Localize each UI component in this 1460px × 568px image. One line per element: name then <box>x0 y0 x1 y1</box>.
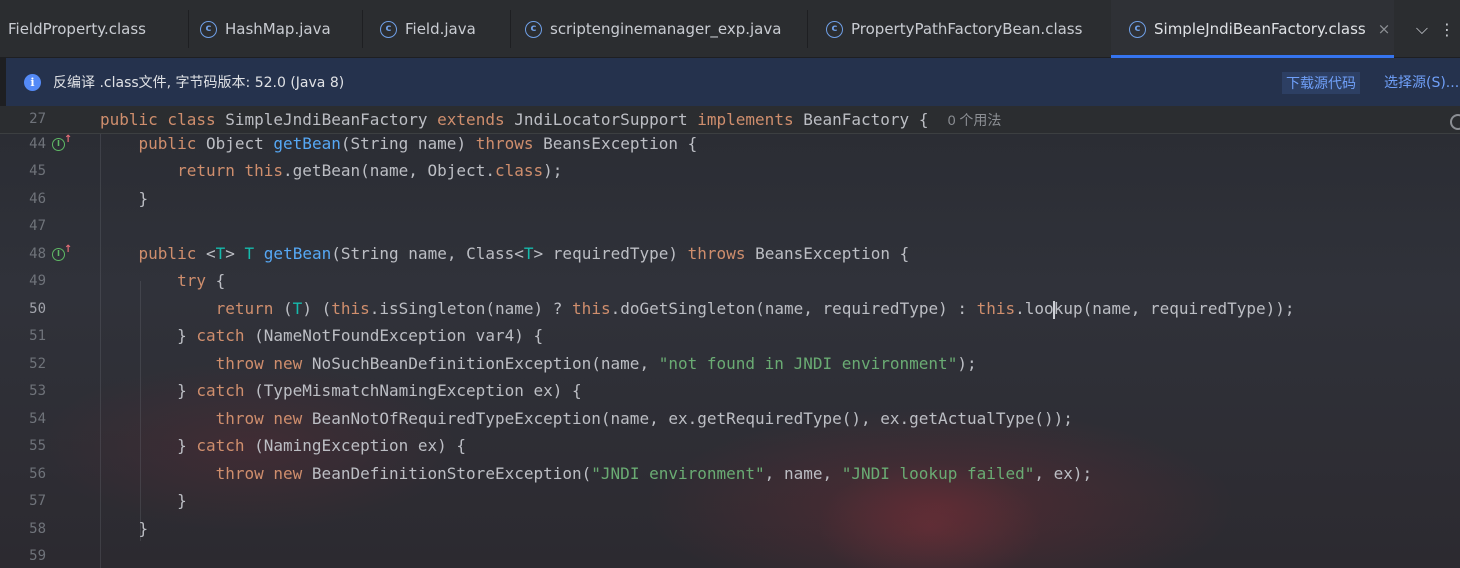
line-number: 57 <box>29 493 46 509</box>
line-number: 54 <box>29 411 46 427</box>
line-number: 52 <box>29 356 46 372</box>
tab-scriptenginemanager[interactable]: c scriptenginemanager_exp.java <box>525 0 805 58</box>
code-line: } <box>100 519 149 538</box>
gear-icon[interactable] <box>1450 114 1460 130</box>
tab-label: FieldProperty.class <box>8 20 146 38</box>
line-number: 48 <box>29 246 46 262</box>
class-icon: c <box>200 20 217 38</box>
line-number-gutter: 44 I 45 46 47 48 I 49 50 51 52 53 54 55 … <box>0 106 96 568</box>
line-number: 49 <box>29 273 46 289</box>
class-icon: c <box>826 20 843 38</box>
close-icon[interactable]: × <box>1378 20 1391 38</box>
code-editor[interactable]: 27 public class SimpleJndiBeanFactory ex… <box>0 106 1460 568</box>
line-number: 46 <box>29 191 46 207</box>
line-number: 45 <box>29 163 46 179</box>
tab-hashmap[interactable]: c HashMap.java <box>200 0 360 58</box>
implements-method-icon[interactable]: I <box>52 135 72 151</box>
tab-propertypathfactorybean[interactable]: c PropertyPathFactoryBean.class <box>826 0 1110 58</box>
code-line: try { <box>177 271 226 290</box>
class-icon: c <box>1129 20 1146 38</box>
code-line: return this.getBean(name, Object.class); <box>177 161 563 180</box>
line-number: 55 <box>29 438 46 454</box>
code-line: } catch (NameNotFoundException var4) { <box>100 326 544 345</box>
usages-hint[interactable]: 0 个用法 <box>948 112 1002 128</box>
text-caret <box>1052 300 1055 319</box>
line-number: 58 <box>29 521 46 537</box>
code-area[interactable]: public Object getBean(String name) throw… <box>100 106 1295 538</box>
line-number: 51 <box>29 328 46 344</box>
code-line: } catch (NamingException ex) { <box>100 436 467 455</box>
line-number: 47 <box>29 218 46 234</box>
code-line-current: return (T) (this.isSingleton(name) ? thi… <box>215 299 1295 319</box>
code-line: } <box>100 189 149 208</box>
more-icon[interactable]: ⋮ <box>1434 0 1460 58</box>
code-line: public <T> T getBean(String name, Class<… <box>138 244 910 263</box>
tab-label: scriptenginemanager_exp.java <box>550 20 782 38</box>
line-number: 56 <box>29 466 46 482</box>
download-sources-link[interactable]: 下载源代码 <box>1282 72 1360 94</box>
code-line: } catch (TypeMismatchNamingException ex)… <box>100 381 582 400</box>
tab-label: Field.java <box>405 20 476 38</box>
tab-simplejndibeanfactory[interactable]: c SimpleJndiBeanFactory.class × <box>1111 0 1394 58</box>
code-line: throw new NoSuchBeanDefinitionException(… <box>215 354 977 373</box>
implements-method-icon[interactable]: I <box>52 245 72 261</box>
code-line: throw new BeanNotOfRequiredTypeException… <box>215 409 1073 428</box>
code-line-class-declaration: public class SimpleJndiBeanFactory exten… <box>100 110 1002 129</box>
tab-label: SimpleJndiBeanFactory.class <box>1154 20 1366 38</box>
tab-fieldproperty[interactable]: FieldProperty.class <box>8 0 188 58</box>
code-line: public Object getBean(String name) throw… <box>138 134 698 153</box>
editor-tab-bar: FieldProperty.class c HashMap.java c Fie… <box>0 0 1460 58</box>
class-icon: c <box>380 20 397 38</box>
tab-label: HashMap.java <box>225 20 331 38</box>
line-number: 53 <box>29 383 46 399</box>
tab-label: PropertyPathFactoryBean.class <box>851 20 1083 38</box>
line-number: 59 <box>29 548 46 564</box>
decompiler-info-bar: i 反编译 .class文件, 字节码版本: 52.0 (Java 8) 下载源… <box>6 58 1460 106</box>
choose-sources-link[interactable]: 选择源(S)... <box>1384 72 1459 92</box>
class-icon: c <box>525 20 542 38</box>
info-icon: i <box>24 73 41 91</box>
code-line: } <box>100 491 187 510</box>
line-number: 44 <box>29 136 46 152</box>
line-number-current: 50 <box>29 301 46 317</box>
info-message: 反编译 .class文件, 字节码版本: 52.0 (Java 8) <box>53 75 345 91</box>
code-line: throw new BeanDefinitionStoreException("… <box>215 464 1093 483</box>
tab-field[interactable]: c Field.java <box>380 0 510 58</box>
